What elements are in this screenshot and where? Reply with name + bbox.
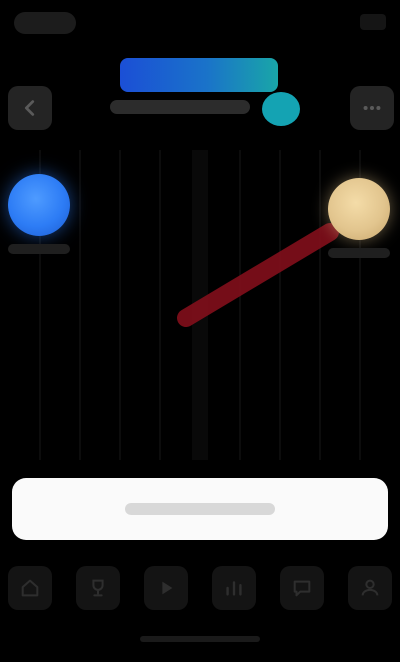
player-left-label — [8, 244, 70, 254]
player-left-avatar[interactable] — [8, 174, 70, 236]
tab-profile[interactable] — [348, 566, 392, 610]
chat-icon — [293, 580, 311, 597]
player-right-label — [328, 248, 390, 258]
logo-badge — [262, 92, 300, 126]
more-icon — [363, 105, 381, 111]
bottom-tab-bar — [8, 566, 392, 610]
app-logo — [120, 58, 278, 92]
status-bar-time — [14, 12, 76, 34]
page-title — [110, 100, 250, 114]
player-right-avatar[interactable] — [328, 178, 390, 240]
home-indicator — [140, 636, 260, 642]
tab-trophy[interactable] — [76, 566, 120, 610]
battery-icon — [360, 14, 386, 30]
tab-play[interactable] — [144, 566, 188, 610]
user-icon — [361, 579, 379, 596]
chart-icon — [226, 581, 242, 596]
tab-home[interactable] — [8, 566, 52, 610]
back-button[interactable] — [8, 86, 52, 130]
menu-button[interactable] — [350, 86, 394, 130]
home-icon — [21, 579, 39, 597]
trophy-icon — [92, 579, 104, 597]
play-icon — [162, 581, 173, 595]
chevron-left-icon — [24, 100, 35, 116]
tab-chat[interactable] — [280, 566, 324, 610]
primary-action-button[interactable] — [12, 478, 388, 540]
tab-stats[interactable] — [212, 566, 256, 610]
primary-action-label — [125, 503, 275, 515]
